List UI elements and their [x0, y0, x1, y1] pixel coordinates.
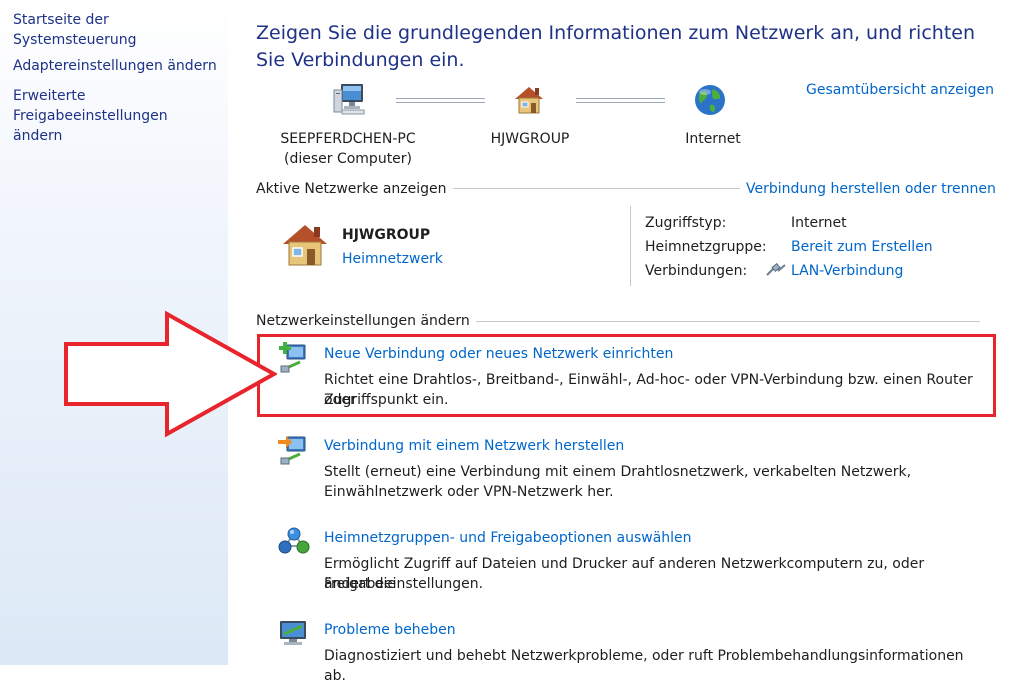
page-title: Zeigen Sie die grundlegenden Information…: [256, 22, 975, 71]
red-arrow-icon: [62, 310, 277, 438]
connect-disconnect-link[interactable]: Verbindung herstellen oder trennen: [746, 181, 996, 197]
homegroup-link[interactable]: Bereit zum Erstellen: [791, 237, 933, 257]
sidebar-item-adapter-settings[interactable]: Adaptereinstellungen ändern: [13, 56, 217, 76]
access-type-label: Zugriffstyp:: [645, 215, 727, 231]
connect-disconnect-link-wrap: Verbindung herstellen oder trennen: [740, 179, 996, 199]
house-icon: [512, 84, 546, 116]
main-content: Zeigen Sie die grundlegenden Information…: [228, 0, 1029, 684]
connections-label: Verbindungen:: [645, 263, 748, 279]
map-connector-line: [396, 98, 485, 103]
house-icon: [280, 222, 330, 268]
task-connect-network-desc-2: Einwählnetzwerk oder VPN-Netzwerk her.: [324, 484, 614, 500]
network-connect-icon: [278, 434, 308, 466]
network-type-link[interactable]: Heimnetzwerk: [342, 249, 443, 269]
settings-header: Netzwerkeinstellungen ändern: [256, 311, 476, 331]
homegroup-icon: [278, 526, 310, 558]
group-name: HJWGROUP: [490, 131, 570, 147]
homegroup-label: Heimnetzgruppe:: [645, 239, 767, 255]
lan-cable-icon: [766, 263, 786, 277]
map-connector-line: [576, 98, 665, 103]
task-troubleshoot-desc-1: Diagnostiziert und behebt Netzwerkproble…: [324, 648, 964, 684]
task-connect-network-desc-1: Stellt (erneut) eine Verbindung mit eine…: [324, 464, 912, 480]
task-connect-network-link[interactable]: Verbindung mit einem Netzwerk herstellen: [324, 436, 624, 456]
task-troubleshoot-link[interactable]: Probleme beheben: [324, 620, 456, 640]
task-homegroup-options-link[interactable]: Heimnetzgruppen- und Freigabeoptionen au…: [324, 528, 692, 548]
active-networks-label: Aktive Netzwerke anzeigen: [256, 181, 453, 197]
sidebar-item-control-panel-home[interactable]: Startseite der Systemsteuerung: [13, 10, 228, 50]
internet-label: Internet: [685, 131, 741, 147]
overview-link[interactable]: Gesamtübersicht anzeigen: [806, 82, 994, 98]
computer-name: SEEPFERDCHEN-PC: [280, 131, 416, 147]
computer-icon: [332, 82, 368, 116]
vertical-divider: [630, 206, 631, 286]
computer-note: (dieser Computer): [283, 151, 413, 167]
settings-section-label: Netzwerkeinstellungen ändern: [256, 313, 476, 329]
task-homegroup-options-desc-2: Freigabeeinstellungen.: [324, 576, 484, 592]
sidebar-item-advanced-sharing[interactable]: Erweiterte Freigabeeinstellungen ändern: [13, 86, 218, 146]
troubleshoot-icon: [278, 618, 310, 650]
lan-connection-link[interactable]: LAN-Verbindung: [791, 261, 903, 281]
access-type-value: Internet: [791, 215, 847, 231]
active-networks-header: Aktive Netzwerke anzeigen: [256, 179, 453, 199]
network-name: HJWGROUP: [342, 227, 431, 243]
highlight-box: [257, 334, 996, 417]
globe-icon: [693, 83, 727, 117]
